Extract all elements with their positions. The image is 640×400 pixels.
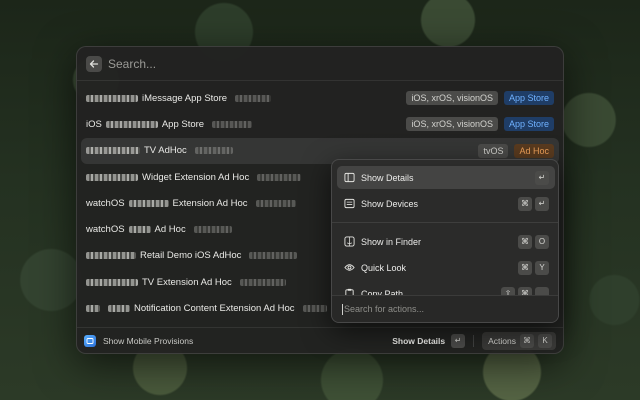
text-caret: [342, 303, 343, 315]
divider: [473, 334, 475, 347]
platform-tag: iOS, xrOS, visionOS: [406, 117, 498, 132]
return-key: ↵: [535, 196, 549, 211]
redacted-text: [86, 278, 138, 286]
search-input[interactable]: [108, 56, 408, 71]
redacted-text: [193, 226, 232, 234]
command-key: ⌘: [518, 260, 532, 275]
action-label: Show Details: [361, 172, 414, 183]
actions-search-bar: [332, 295, 558, 322]
row-title: Retail Demo iOS AdHoc: [140, 250, 242, 262]
redacted-text: [235, 94, 272, 102]
redacted-text: [239, 278, 286, 286]
provision-icon: [86, 337, 94, 344]
y-key: Y: [535, 260, 549, 275]
redacted-text: [108, 305, 130, 313]
redacted-text: [194, 147, 233, 155]
redacted-text: [212, 120, 253, 128]
row-title: Widget Extension Ad Hoc: [142, 171, 250, 183]
app-icon: [84, 334, 96, 347]
row-title: TV AdHoc: [144, 145, 187, 157]
redacted-text: [302, 305, 327, 313]
footer-actions: Show Details ↵ Actions ⌘ K: [392, 331, 556, 350]
row-prefix: iOS: [86, 118, 102, 130]
row-title: App Store: [161, 118, 205, 130]
list-item[interactable]: iOS App Store iOS, xrOS, visionOS App St…: [77, 111, 563, 137]
row-tags: tvOS Ad Hoc: [478, 143, 554, 158]
row-title: Ad Hoc: [154, 224, 186, 236]
action-show-details[interactable]: Show Details ↵: [337, 166, 555, 189]
redacted-text: [86, 252, 136, 260]
o-key: O: [535, 234, 549, 249]
primary-action-button[interactable]: Show Details: [392, 336, 445, 346]
actions-button[interactable]: Actions ⌘ K: [482, 331, 556, 350]
sidebar-icon: [343, 172, 355, 184]
redacted-text: [86, 305, 100, 313]
redacted-text: [249, 252, 298, 260]
type-tag: App Store: [503, 117, 554, 132]
row-prefix: watchOS: [86, 224, 125, 236]
row-tags: iOS, xrOS, visionOS App Store: [406, 91, 554, 106]
list-item[interactable]: iMessage App Store iOS, xrOS, visionOS A…: [77, 85, 563, 111]
redacted-text: [105, 120, 158, 128]
arrow-left-icon: [89, 59, 99, 68]
return-key: ↵: [535, 170, 549, 185]
redacted-text: [86, 173, 138, 181]
action-show-in-finder[interactable]: Show in Finder ⌘ O: [337, 230, 555, 253]
row-title: Extension Ad Hoc: [172, 197, 248, 209]
finder-icon: [343, 236, 355, 248]
action-label: Quick Look: [361, 262, 407, 273]
action-quick-look[interactable]: Quick Look ⌘ Y: [337, 256, 555, 279]
actions-label: Actions: [488, 335, 516, 346]
divider: [332, 222, 558, 223]
row-tags: iOS, xrOS, visionOS App Store: [406, 117, 554, 132]
search-bar: [77, 47, 563, 81]
footer-title: Show Mobile Provisions: [103, 335, 194, 346]
list-icon: [343, 198, 355, 210]
redacted-text: [255, 199, 296, 207]
command-key: ⌘: [518, 196, 532, 211]
platform-tag: iOS, xrOS, visionOS: [406, 91, 498, 106]
footer-bar: Show Mobile Provisions Show Details ↵ Ac…: [77, 327, 563, 353]
back-button[interactable]: [86, 55, 102, 72]
action-label: Show in Finder: [361, 236, 422, 247]
redacted-text: [128, 226, 151, 234]
return-key: ↵: [451, 333, 466, 348]
row-prefix: watchOS: [86, 197, 125, 209]
command-key: ⌘: [518, 234, 532, 249]
row-title: Notification Content Extension Ad Hoc: [134, 303, 295, 315]
command-key: ⌘: [520, 333, 534, 348]
row-title: TV Extension Ad Hoc: [142, 276, 232, 288]
action-label: Show Devices: [361, 198, 419, 209]
platform-tag: tvOS: [478, 143, 509, 158]
actions-search-input[interactable]: [344, 304, 544, 314]
eye-icon: [343, 262, 355, 274]
action-show-devices[interactable]: Show Devices ⌘ ↵: [337, 192, 555, 215]
redacted-text: [86, 94, 138, 102]
type-tag: Ad Hoc: [514, 143, 554, 158]
type-tag: App Store: [503, 91, 554, 106]
row-title: iMessage App Store: [142, 92, 228, 104]
redacted-text: [86, 147, 140, 155]
redacted-text: [257, 173, 302, 181]
actions-panel: Show Details ↵ Show Devices ⌘ ↵ Show in …: [331, 159, 559, 323]
redacted-text: [128, 199, 169, 207]
k-key: K: [538, 333, 552, 348]
